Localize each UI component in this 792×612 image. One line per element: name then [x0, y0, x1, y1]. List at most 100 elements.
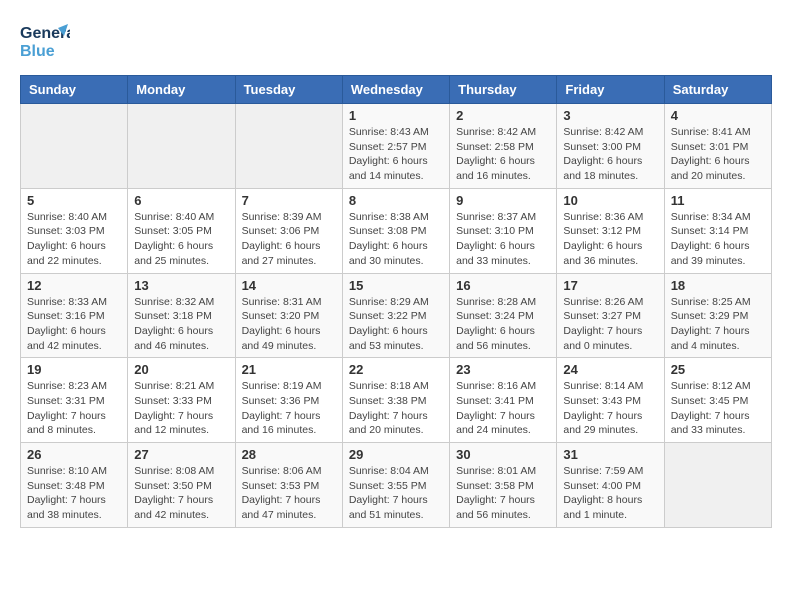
day-number: 30 [456, 447, 550, 462]
day-number: 13 [134, 278, 228, 293]
day-number: 23 [456, 362, 550, 377]
calendar-cell: 23 Sunrise: 8:16 AM Sunset: 3:41 PM Dayli… [450, 358, 557, 443]
calendar-cell: 5 Sunrise: 8:40 AM Sunset: 3:03 PM Daylig… [21, 188, 128, 273]
header-sunday: Sunday [21, 76, 128, 104]
header-monday: Monday [128, 76, 235, 104]
day-number: 2 [456, 108, 550, 123]
header-saturday: Saturday [664, 76, 771, 104]
calendar-cell: 12 Sunrise: 8:33 AM Sunset: 3:16 PM Dayli… [21, 273, 128, 358]
header: General Blue [20, 20, 772, 65]
calendar-cell: 4Sunrise: 8:41 AM Sunset: 3:01 PM Daylig… [664, 104, 771, 189]
day-number: 9 [456, 193, 550, 208]
calendar-cell: 19 Sunrise: 8:23 AM Sunset: 3:31 PM Dayli… [21, 358, 128, 443]
header-row: SundayMondayTuesdayWednesdayThursdayFrid… [21, 76, 772, 104]
calendar-cell: 25 Sunrise: 8:12 AM Sunset: 3:45 PM Dayli… [664, 358, 771, 443]
svg-text:Blue: Blue [20, 43, 55, 60]
day-number: 16 [456, 278, 550, 293]
day-info: Sunrise: 8:26 AM Sunset: 3:27 PM Dayligh… [563, 295, 657, 354]
day-info: Sunrise: 8:39 AM Sunset: 3:06 PM Dayligh… [242, 210, 336, 269]
calendar-cell: 15 Sunrise: 8:29 AM Sunset: 3:22 PM Dayli… [342, 273, 449, 358]
calendar-table: SundayMondayTuesdayWednesdayThursdayFrid… [20, 75, 772, 528]
day-number: 5 [27, 193, 121, 208]
calendar-cell: 17 Sunrise: 8:26 AM Sunset: 3:27 PM Dayli… [557, 273, 664, 358]
day-info: Sunrise: 8:16 AM Sunset: 3:41 PM Dayligh… [456, 379, 550, 438]
day-info: Sunrise: 8:42 AM Sunset: 2:58 PM Dayligh… [456, 125, 550, 184]
day-info: Sunrise: 8:34 AM Sunset: 3:14 PM Dayligh… [671, 210, 765, 269]
day-info: Sunrise: 8:42 AM Sunset: 3:00 PM Dayligh… [563, 125, 657, 184]
day-info: Sunrise: 8:29 AM Sunset: 3:22 PM Dayligh… [349, 295, 443, 354]
calendar-cell: 7 Sunrise: 8:39 AM Sunset: 3:06 PM Daylig… [235, 188, 342, 273]
calendar-cell: 9 Sunrise: 8:37 AM Sunset: 3:10 PM Daylig… [450, 188, 557, 273]
day-number: 1 [349, 108, 443, 123]
calendar-cell: 2 Sunrise: 8:42 AM Sunset: 2:58 PM Daylig… [450, 104, 557, 189]
day-number: 17 [563, 278, 657, 293]
day-number: 21 [242, 362, 336, 377]
day-info: Sunrise: 7:59 AM Sunset: 4:00 PM Dayligh… [563, 464, 657, 523]
logo: General Blue [20, 20, 70, 65]
calendar-cell: 20 Sunrise: 8:21 AM Sunset: 3:33 PM Dayli… [128, 358, 235, 443]
calendar-cell: 22 Sunrise: 8:18 AM Sunset: 3:38 PM Dayli… [342, 358, 449, 443]
day-info: Sunrise: 8:14 AM Sunset: 3:43 PM Dayligh… [563, 379, 657, 438]
day-number: 24 [563, 362, 657, 377]
day-info: Sunrise: 8:08 AM Sunset: 3:50 PM Dayligh… [134, 464, 228, 523]
day-number: 20 [134, 362, 228, 377]
day-number: 27 [134, 447, 228, 462]
week-row-1: 1 Sunrise: 8:43 AM Sunset: 2:57 PM Daylig… [21, 104, 772, 189]
day-info: Sunrise: 8:40 AM Sunset: 3:05 PM Dayligh… [134, 210, 228, 269]
logo-icon: General Blue [20, 20, 70, 65]
header-friday: Friday [557, 76, 664, 104]
calendar-cell: 28Sunrise: 8:06 AM Sunset: 3:53 PM Dayli… [235, 443, 342, 528]
week-row-4: 19 Sunrise: 8:23 AM Sunset: 3:31 PM Dayli… [21, 358, 772, 443]
day-number: 11 [671, 193, 765, 208]
day-info: Sunrise: 8:04 AM Sunset: 3:55 PM Dayligh… [349, 464, 443, 523]
day-info: Sunrise: 8:43 AM Sunset: 2:57 PM Dayligh… [349, 125, 443, 184]
day-info: Sunrise: 8:25 AM Sunset: 3:29 PM Dayligh… [671, 295, 765, 354]
day-info: Sunrise: 8:28 AM Sunset: 3:24 PM Dayligh… [456, 295, 550, 354]
calendar-cell: 6 Sunrise: 8:40 AM Sunset: 3:05 PM Daylig… [128, 188, 235, 273]
calendar-cell [21, 104, 128, 189]
day-number: 25 [671, 362, 765, 377]
header-thursday: Thursday [450, 76, 557, 104]
calendar-cell: 16 Sunrise: 8:28 AM Sunset: 3:24 PM Dayli… [450, 273, 557, 358]
day-info: Sunrise: 8:18 AM Sunset: 3:38 PM Dayligh… [349, 379, 443, 438]
day-info: Sunrise: 8:23 AM Sunset: 3:31 PM Dayligh… [27, 379, 121, 438]
calendar-cell: 13 Sunrise: 8:32 AM Sunset: 3:18 PM Dayli… [128, 273, 235, 358]
week-row-3: 12 Sunrise: 8:33 AM Sunset: 3:16 PM Dayli… [21, 273, 772, 358]
calendar-cell: 3 Sunrise: 8:42 AM Sunset: 3:00 PM Daylig… [557, 104, 664, 189]
calendar-cell [128, 104, 235, 189]
calendar-cell: 18Sunrise: 8:25 AM Sunset: 3:29 PM Dayli… [664, 273, 771, 358]
day-number: 29 [349, 447, 443, 462]
calendar-cell: 26 Sunrise: 8:10 AM Sunset: 3:48 PM Dayli… [21, 443, 128, 528]
day-number: 15 [349, 278, 443, 293]
day-number: 22 [349, 362, 443, 377]
day-info: Sunrise: 8:40 AM Sunset: 3:03 PM Dayligh… [27, 210, 121, 269]
day-number: 3 [563, 108, 657, 123]
day-info: Sunrise: 8:21 AM Sunset: 3:33 PM Dayligh… [134, 379, 228, 438]
week-row-5: 26 Sunrise: 8:10 AM Sunset: 3:48 PM Dayli… [21, 443, 772, 528]
day-info: Sunrise: 8:37 AM Sunset: 3:10 PM Dayligh… [456, 210, 550, 269]
day-info: Sunrise: 8:36 AM Sunset: 3:12 PM Dayligh… [563, 210, 657, 269]
day-info: Sunrise: 8:19 AM Sunset: 3:36 PM Dayligh… [242, 379, 336, 438]
day-info: Sunrise: 8:12 AM Sunset: 3:45 PM Dayligh… [671, 379, 765, 438]
header-tuesday: Tuesday [235, 76, 342, 104]
calendar-cell: 27 Sunrise: 8:08 AM Sunset: 3:50 PM Dayli… [128, 443, 235, 528]
day-info: Sunrise: 8:31 AM Sunset: 3:20 PM Dayligh… [242, 295, 336, 354]
day-number: 19 [27, 362, 121, 377]
day-number: 8 [349, 193, 443, 208]
day-info: Sunrise: 8:33 AM Sunset: 3:16 PM Dayligh… [27, 295, 121, 354]
calendar-cell: 11 Sunrise: 8:34 AM Sunset: 3:14 PM Dayli… [664, 188, 771, 273]
calendar-cell [235, 104, 342, 189]
calendar-cell: 31Sunrise: 7:59 AM Sunset: 4:00 PM Dayli… [557, 443, 664, 528]
day-number: 6 [134, 193, 228, 208]
week-row-2: 5 Sunrise: 8:40 AM Sunset: 3:03 PM Daylig… [21, 188, 772, 273]
header-wednesday: Wednesday [342, 76, 449, 104]
day-number: 4 [671, 108, 765, 123]
day-number: 14 [242, 278, 336, 293]
day-number: 12 [27, 278, 121, 293]
calendar-cell: 21 Sunrise: 8:19 AM Sunset: 3:36 PM Dayli… [235, 358, 342, 443]
day-info: Sunrise: 8:10 AM Sunset: 3:48 PM Dayligh… [27, 464, 121, 523]
day-number: 26 [27, 447, 121, 462]
day-number: 7 [242, 193, 336, 208]
day-info: Sunrise: 8:32 AM Sunset: 3:18 PM Dayligh… [134, 295, 228, 354]
calendar-cell: 10Sunrise: 8:36 AM Sunset: 3:12 PM Dayli… [557, 188, 664, 273]
